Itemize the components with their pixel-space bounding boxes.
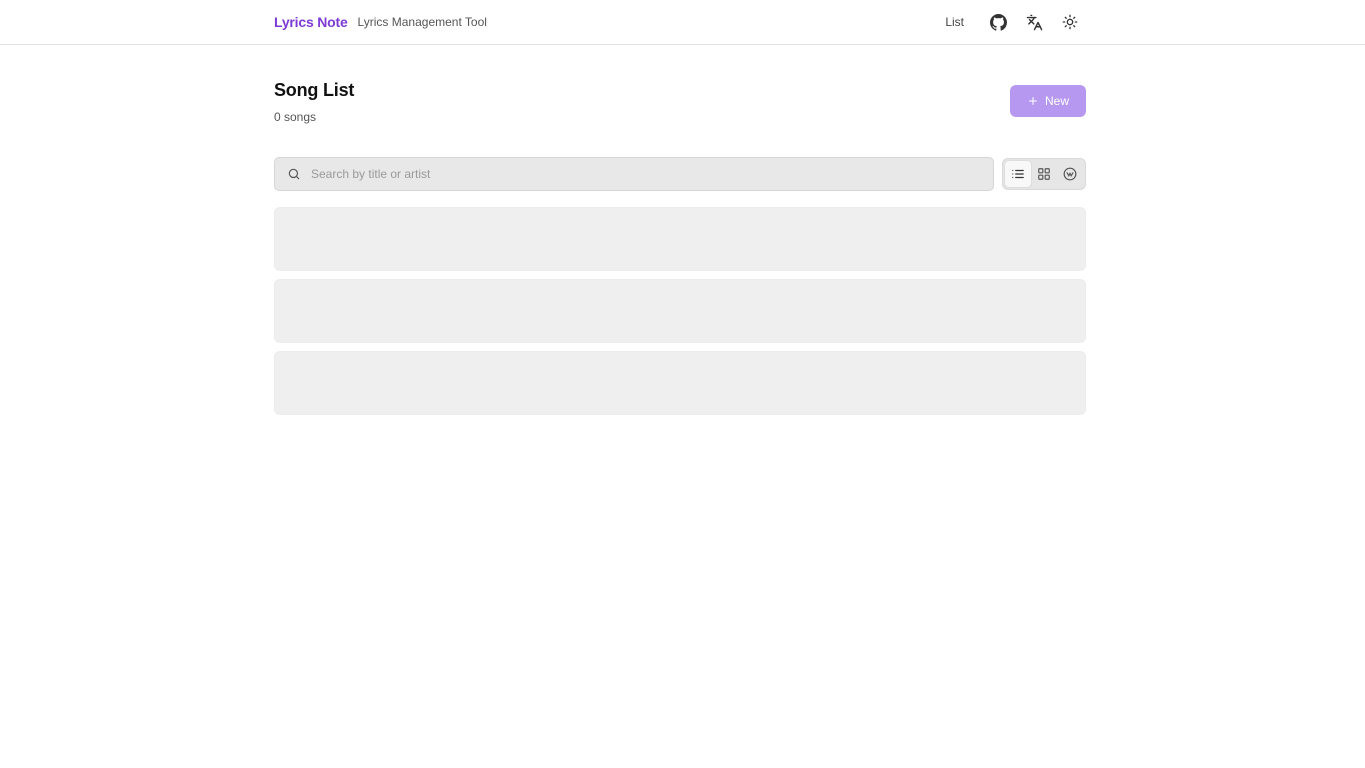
sun-icon [1062,14,1078,30]
new-song-button[interactable]: New [1010,85,1086,117]
song-count: 0 songs [274,110,317,124]
brand-tagline: Lyrics Management Tool [357,15,487,29]
search-toolbar [274,157,1086,191]
list-icon [1012,169,1024,179]
github-icon [989,13,1007,31]
page-header: Song List 0 songs New [274,78,1086,130]
view-mode-circle-button[interactable] [1057,161,1083,187]
skeleton-row [274,207,1086,271]
brand-logo[interactable]: Lyrics Note [274,14,348,30]
top-navigation-inner: Lyrics Note Lyrics Management Tool List [274,0,1086,44]
theme-toggle-button[interactable] [1054,6,1086,38]
language-button[interactable] [1018,6,1050,38]
skeleton-row [274,351,1086,415]
page-title: Song List [274,80,355,100]
top-navigation-bar: Lyrics Note Lyrics Management Tool List [0,0,1365,45]
skeleton-row [274,279,1086,343]
plus-icon [1028,97,1037,105]
search-icon [288,168,300,180]
new-button-label: New [1044,94,1069,108]
translate-icon [1026,14,1042,30]
view-mode-list-button[interactable] [1005,161,1031,187]
github-button[interactable] [982,6,1014,38]
song-list-skeleton [274,207,1086,423]
search-input[interactable] [311,158,981,190]
grid-icon [1038,168,1050,180]
view-mode-grid-button[interactable] [1031,161,1057,187]
view-mode-toggle [1002,158,1086,190]
circle-badge-icon [1063,167,1077,181]
search-box[interactable] [274,157,994,191]
nav-link-list[interactable]: List [945,15,964,29]
